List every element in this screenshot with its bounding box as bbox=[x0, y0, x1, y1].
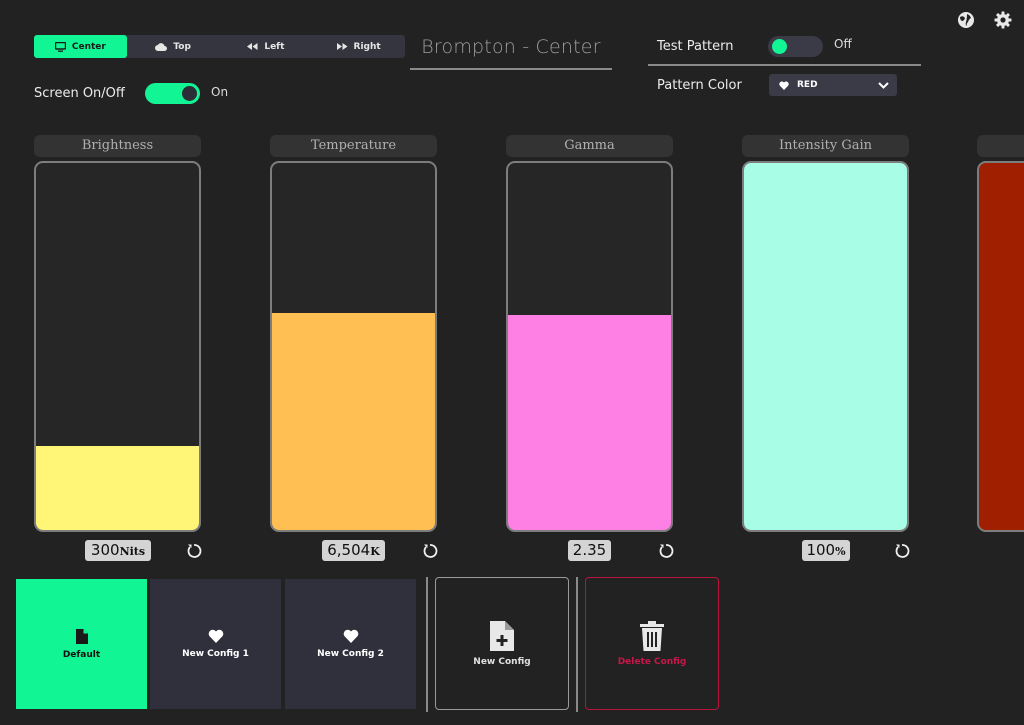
tab-label: Top bbox=[173, 41, 191, 52]
tab-left[interactable]: Left bbox=[220, 35, 313, 58]
partial-slider-header bbox=[977, 135, 1024, 157]
brightness-unit: Nits bbox=[119, 545, 146, 558]
temperature-header: Temperature bbox=[270, 135, 437, 157]
screen-title-text: Brompton - Center bbox=[421, 36, 601, 58]
preset-new-config-2[interactable]: New Config 2 bbox=[285, 579, 416, 709]
pattern-color-select[interactable]: RED bbox=[769, 74, 897, 96]
heart-icon bbox=[343, 629, 358, 643]
temperature-fill bbox=[272, 313, 435, 530]
gamma-header: Gamma bbox=[506, 135, 673, 157]
preset-label: New Config 1 bbox=[182, 649, 249, 659]
temperature-slider[interactable] bbox=[270, 161, 437, 532]
brightness-value-number: 300 bbox=[90, 541, 120, 559]
heart-icon bbox=[779, 81, 789, 90]
temperature-value-number: 6,504 bbox=[327, 541, 371, 559]
tab-right[interactable]: Right bbox=[312, 35, 405, 58]
gear-icon[interactable] bbox=[993, 10, 1013, 30]
partial-slider[interactable] bbox=[977, 161, 1024, 532]
preset-label: New Config 2 bbox=[317, 649, 384, 659]
brightness-fill bbox=[36, 445, 199, 530]
heart-icon bbox=[208, 629, 223, 643]
brightness-reset-icon[interactable] bbox=[186, 543, 202, 559]
delete-config-button[interactable]: Delete Config bbox=[585, 577, 719, 710]
monitor-icon bbox=[54, 41, 66, 52]
preset-default[interactable]: Default bbox=[16, 579, 147, 709]
test-pattern-label: Test Pattern bbox=[657, 39, 734, 54]
intensity-gain-unit: % bbox=[835, 545, 846, 558]
tab-label: Center bbox=[71, 41, 106, 52]
gamma-value[interactable]: 2.35 bbox=[568, 540, 611, 561]
new-config-button[interactable]: New Config bbox=[435, 577, 569, 710]
pattern-color-label: Pattern Color bbox=[657, 78, 742, 93]
temperature-reset-icon[interactable] bbox=[422, 543, 438, 559]
new-config-label: New Config bbox=[473, 656, 531, 667]
pattern-color-value: RED bbox=[797, 80, 818, 90]
trash-icon bbox=[640, 620, 664, 651]
screen-toggle-state: On bbox=[211, 85, 229, 99]
file-plus-icon bbox=[490, 620, 514, 651]
file-icon bbox=[75, 628, 88, 644]
tab-label: Left bbox=[264, 41, 285, 52]
screen-toggle[interactable] bbox=[145, 83, 200, 104]
preset-label: Default bbox=[62, 649, 101, 660]
intensity-gain-header: Intensity Gain bbox=[742, 135, 909, 157]
tab-label: Right bbox=[353, 41, 381, 52]
brightness-slider[interactable] bbox=[34, 161, 201, 532]
divider bbox=[426, 577, 428, 712]
gamma-fill bbox=[508, 315, 671, 530]
screen-toggle-label: Screen On/Off bbox=[34, 86, 125, 101]
fast-forward-icon bbox=[336, 43, 348, 50]
divider-line bbox=[648, 64, 921, 66]
brightness-header: Brightness bbox=[34, 135, 201, 157]
gamma-reset-icon[interactable] bbox=[658, 543, 674, 559]
divider bbox=[576, 577, 578, 712]
cloud-icon bbox=[155, 42, 168, 51]
brightness-value[interactable]: 300Nits bbox=[85, 540, 151, 561]
globe-icon[interactable] bbox=[956, 10, 976, 30]
tab-center[interactable]: Center bbox=[34, 35, 127, 58]
intensity-gain-fill bbox=[744, 163, 907, 530]
preset-new-config-1[interactable]: New Config 1 bbox=[150, 579, 281, 709]
chevron-down-icon bbox=[878, 81, 889, 89]
temperature-value[interactable]: 6,504K bbox=[322, 540, 385, 561]
delete-config-label: Delete Config bbox=[617, 656, 687, 667]
rewind-icon bbox=[247, 43, 258, 50]
intensity-gain-slider[interactable] bbox=[742, 161, 909, 532]
intensity-gain-value[interactable]: 100% bbox=[802, 540, 850, 561]
intensity-gain-value-number: 100 bbox=[806, 541, 836, 559]
gamma-slider[interactable] bbox=[506, 161, 673, 532]
test-pattern-toggle[interactable] bbox=[768, 36, 823, 57]
screen-tabs: Center Top Left Right bbox=[34, 35, 405, 58]
intensity-gain-reset-icon[interactable] bbox=[894, 543, 910, 559]
temperature-unit: K bbox=[370, 545, 380, 558]
gamma-value-number: 2.35 bbox=[572, 541, 607, 559]
tab-top[interactable]: Top bbox=[127, 35, 220, 58]
screen-title: Brompton - Center bbox=[410, 36, 612, 70]
test-pattern-state: Off bbox=[834, 37, 852, 51]
